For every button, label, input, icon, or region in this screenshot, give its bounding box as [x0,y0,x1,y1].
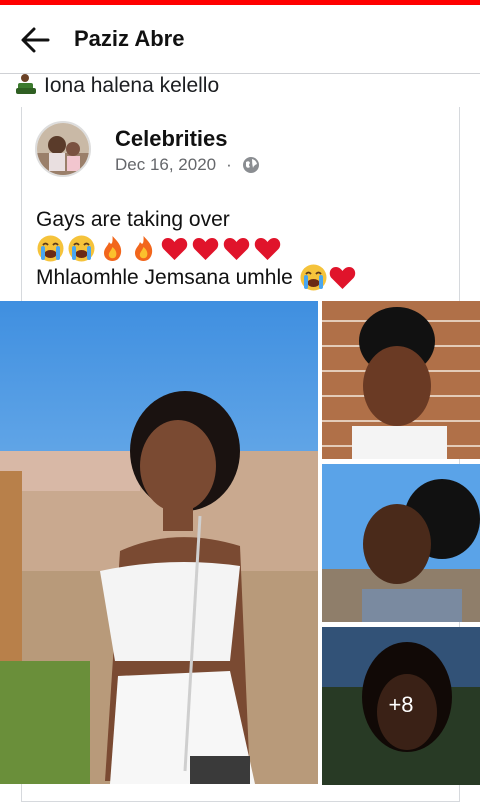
post-body: Gays are taking over Mhlaomhle Jemsana u… [36,205,446,292]
heart-emoji-icon [223,238,250,260]
back-arrow-icon[interactable] [18,23,52,57]
emoji-line [36,234,446,263]
main-photo[interactable] [0,301,318,784]
heart-emoji-icon [254,238,281,260]
crying-emoji-icon [37,235,64,262]
bottom-spacer [0,803,480,807]
meta-separator: · [226,155,232,174]
crying-emoji-icon [300,264,327,291]
app-header: Paziz Abre [0,5,480,73]
page-avatar[interactable] [35,121,91,177]
post-meta: Dec 16, 2020 · [115,155,260,175]
post-line-3: Mhlaomhle Jemsana umhle [36,266,293,289]
more-photos-overlay[interactable]: +8 [322,626,480,784]
crying-emoji-icon [68,235,95,262]
heart-emoji-icon [161,238,188,260]
globe-icon [242,157,259,173]
post-date[interactable]: Dec 16, 2020 [115,155,216,175]
thumbnail-photo-2[interactable] [322,464,480,622]
caption-text: Iona halena kelello [44,74,220,97]
post-line-3-row: Mhlaomhle Jemsana umhle [36,263,446,292]
share-caption: Iona halena kelello [14,73,219,99]
thumbnail-photo-1[interactable] [322,301,480,459]
heart-emoji-icon [329,267,356,289]
post-line-1: Gays are taking over [36,208,230,231]
fire-emoji-icon [135,236,153,261]
heart-emoji-icon [192,238,219,260]
page-name-link[interactable]: Celebrities [115,126,228,152]
avatar-image [37,123,89,175]
page-title: Paziz Abre [74,26,185,51]
fire-emoji-icon [104,236,122,261]
person-emoji-icon [16,74,36,94]
